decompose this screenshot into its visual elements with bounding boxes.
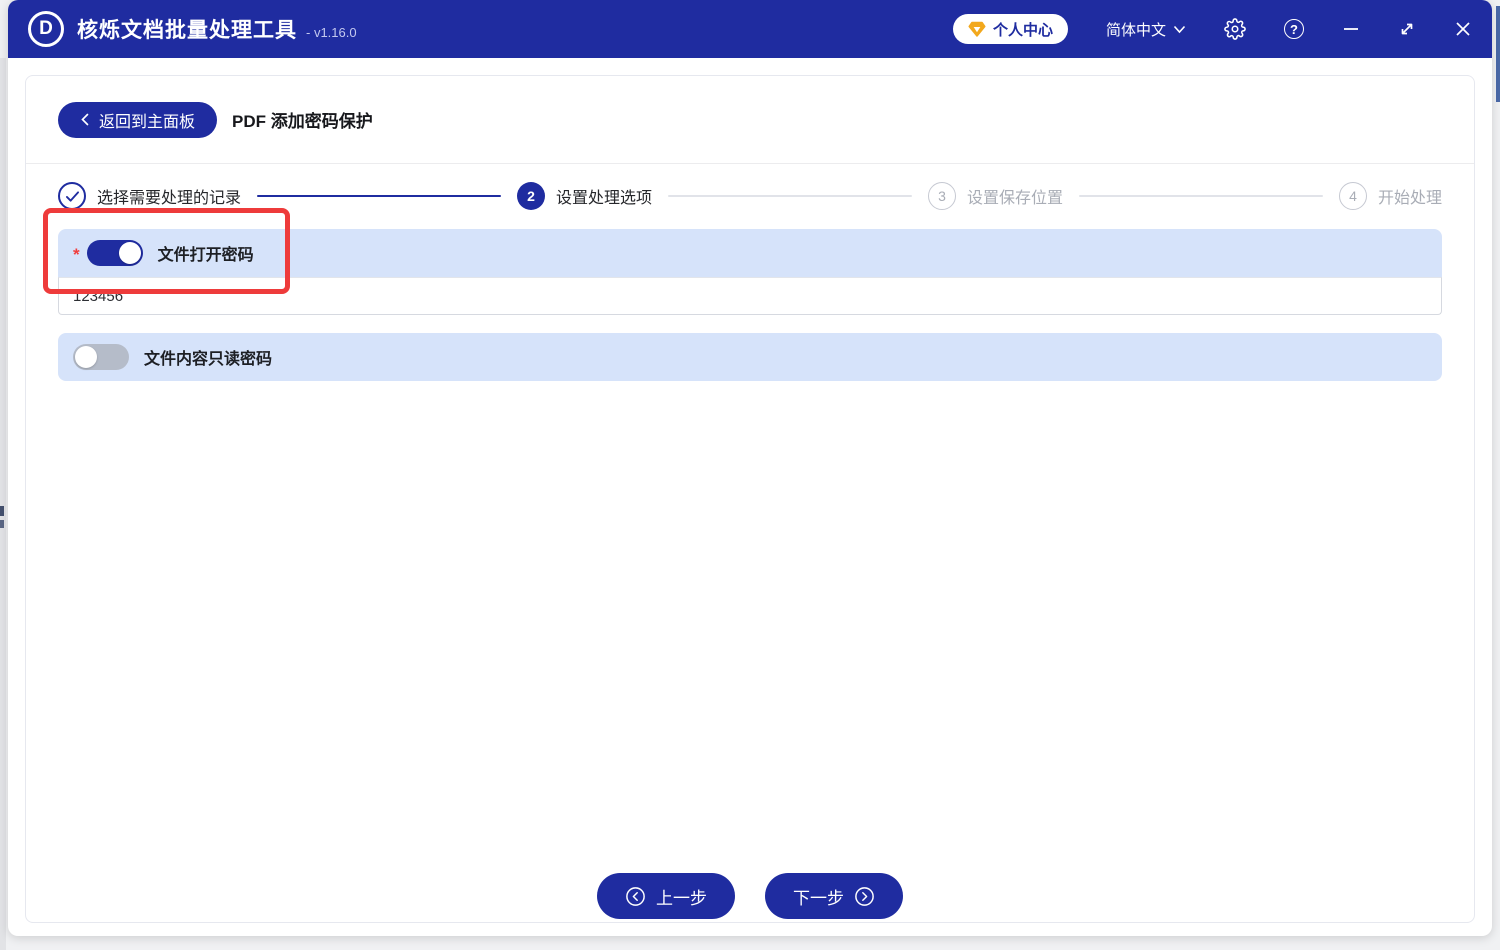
step-1-check-icon xyxy=(58,182,86,210)
step-3-save-location: 3 设置保存位置 xyxy=(928,182,1063,210)
maximize-icon[interactable] xyxy=(1398,20,1416,38)
back-to-dashboard-button[interactable]: 返回到主面板 xyxy=(58,101,218,138)
open-password-toggle[interactable] xyxy=(86,240,143,266)
background-window-fragment xyxy=(0,506,4,516)
app-version: - v1.16.0 xyxy=(306,24,357,40)
open-password-row: * 文件打开密码 xyxy=(58,229,1442,277)
main-panel: 返回到主面板 PDF 添加密码保护 选择需要处理的记录 2 设置处理选项 3 设… xyxy=(25,75,1475,923)
page-title: PDF 添加密码保护 xyxy=(232,112,373,131)
background-window-fragment xyxy=(0,520,4,528)
readonly-password-label: 文件内容只读密码 xyxy=(144,351,273,368)
background-right-strip xyxy=(1496,6,1500,102)
language-selector[interactable]: 简体中文 xyxy=(1106,19,1186,40)
previous-step-button[interactable]: 上一步 xyxy=(597,873,735,919)
step-connector xyxy=(1079,195,1323,197)
open-password-input[interactable] xyxy=(58,277,1442,315)
options-area: * 文件打开密码 文件内容只读密码 xyxy=(26,216,1474,381)
app-logo-icon: D xyxy=(28,11,64,47)
back-chevron-icon xyxy=(80,112,90,127)
readonly-password-row: 文件内容只读密码 xyxy=(58,333,1442,381)
language-label: 简体中文 xyxy=(1105,21,1166,39)
toggle-knob xyxy=(75,346,97,368)
toggle-knob xyxy=(118,242,141,264)
step-3-label: 设置保存位置 xyxy=(967,190,1064,207)
step-connector xyxy=(668,195,912,197)
step-2-set-options: 2 设置处理选项 xyxy=(517,182,652,210)
step-connector xyxy=(257,195,501,197)
user-center-button[interactable]: 个人中心 xyxy=(952,14,1068,44)
back-button-label: 返回到主面板 xyxy=(99,113,196,131)
page-header: 返回到主面板 PDF 添加密码保护 xyxy=(26,76,1474,164)
app-title: 核烁文档批量处理工具 xyxy=(77,19,297,42)
stepper: 选择需要处理的记录 2 设置处理选项 3 设置保存位置 4 开始处理 xyxy=(26,176,1474,216)
user-center-label: 个人中心 xyxy=(992,21,1053,39)
titlebar: D 核烁文档批量处理工具 - v1.16.0 个人中心 简体中文 ? xyxy=(8,0,1492,58)
settings-gear-icon[interactable] xyxy=(1224,18,1246,40)
step-4-start-processing: 4 开始处理 xyxy=(1339,182,1442,210)
step-2-number: 2 xyxy=(517,182,545,210)
vip-gem-icon xyxy=(968,20,986,38)
step-2-label: 设置处理选项 xyxy=(556,190,653,207)
open-password-label: 文件打开密码 xyxy=(157,247,254,264)
close-icon[interactable] xyxy=(1454,20,1472,38)
step-1-label: 选择需要处理的记录 xyxy=(97,190,242,207)
chevron-down-icon xyxy=(1173,25,1186,34)
required-mark: * xyxy=(73,245,80,264)
minimize-icon[interactable] xyxy=(1342,20,1360,38)
circle-arrow-left-icon xyxy=(625,886,646,907)
step-4-label: 开始处理 xyxy=(1378,190,1443,207)
readonly-password-toggle[interactable] xyxy=(73,344,129,370)
background-left-strip xyxy=(0,58,6,950)
step-4-number: 4 xyxy=(1339,182,1367,210)
step-3-number: 3 xyxy=(928,182,956,210)
circle-arrow-right-icon xyxy=(854,886,875,907)
wizard-footer: 上一步 下一步 xyxy=(26,873,1474,919)
next-step-label: 下一步 xyxy=(793,888,844,908)
help-icon[interactable]: ? xyxy=(1284,19,1304,39)
previous-step-label: 上一步 xyxy=(656,888,707,908)
app-window: D 核烁文档批量处理工具 - v1.16.0 个人中心 简体中文 ? 返回到主面… xyxy=(8,0,1492,936)
step-1-select-records: 选择需要处理的记录 xyxy=(58,182,241,210)
next-step-button[interactable]: 下一步 xyxy=(765,873,903,919)
